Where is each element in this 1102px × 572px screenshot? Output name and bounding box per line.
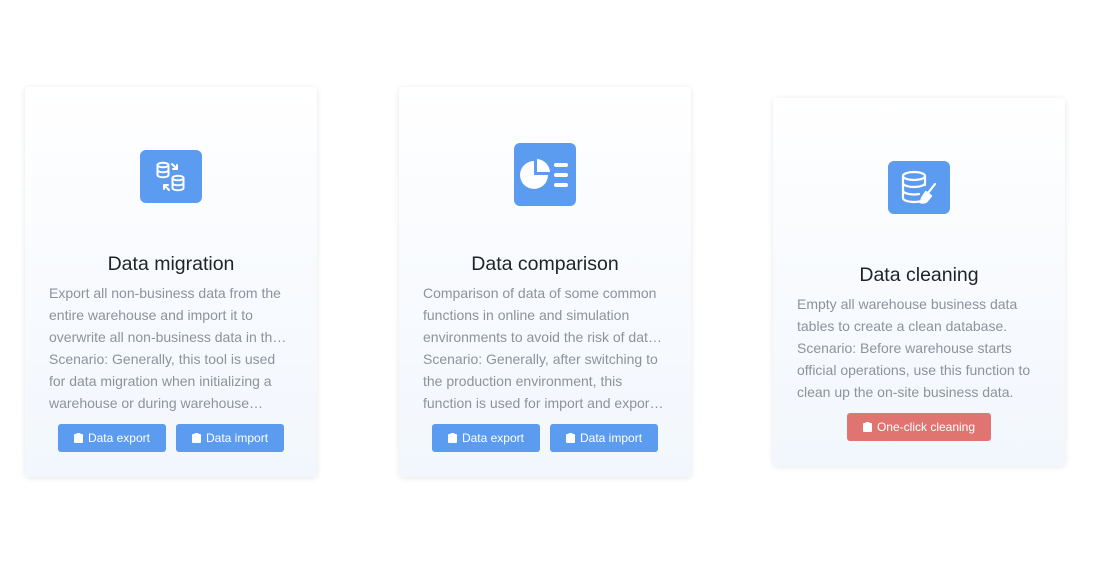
description-text: Export all non-business data from the en… — [49, 285, 281, 345]
card-description: Empty all warehouse business data tables… — [797, 293, 1041, 403]
card-data-cleaning: Data cleaning Empty all warehouse busine… — [773, 98, 1065, 466]
clipboard-icon — [862, 422, 872, 432]
scenario-text: Scenario: Generally, this tool is used f… — [49, 351, 276, 411]
clipboard-icon — [566, 433, 575, 443]
card-title: Data migration — [107, 253, 235, 275]
one-click-cleaning-button[interactable]: One-click cleaning — [846, 413, 992, 441]
clipboard-icon — [192, 433, 201, 443]
card-data-migration: Data migration Export all non-business d… — [25, 87, 317, 477]
card-title: Data cleaning — [859, 264, 979, 286]
scenario-text: Scenario: Before warehouse starts offici… — [797, 340, 1031, 400]
button-label: Data export — [87, 431, 150, 445]
card-title: Data comparison — [471, 253, 619, 275]
button-label: One-click cleaning — [876, 420, 976, 434]
data-import-button[interactable]: Data import — [550, 424, 659, 452]
card-description: Comparison of data of some common functi… — [423, 282, 667, 414]
clipboard-icon — [447, 433, 457, 443]
card-actions: One-click cleaning — [773, 413, 1065, 441]
button-label: Data import — [206, 431, 269, 445]
card-actions: Data export Data import — [399, 424, 691, 452]
data-import-button[interactable]: Data import — [176, 424, 285, 452]
data-export-button[interactable]: Data export — [431, 424, 540, 452]
card-data-comparison: Data comparison Comparison of data of so… — [399, 87, 691, 477]
tools-page: Data migration Export all non-business d… — [0, 0, 1102, 572]
button-label: Data import — [580, 431, 643, 445]
database-transfer-icon — [140, 150, 202, 203]
button-label: Data export — [461, 431, 524, 445]
scenario-text: Scenario: Generally, after switching to … — [423, 351, 658, 411]
description-text: Empty all warehouse business data tables… — [797, 296, 1018, 334]
clipboard-icon — [73, 433, 83, 443]
data-export-button[interactable]: Data export — [57, 424, 166, 452]
database-broom-icon — [888, 161, 950, 214]
card-description: Export all non-business data from the en… — [49, 282, 293, 414]
pie-chart-list-icon — [514, 143, 576, 206]
description-text: Comparison of data of some common functi… — [423, 285, 657, 345]
card-actions: Data export Data import — [25, 424, 317, 452]
